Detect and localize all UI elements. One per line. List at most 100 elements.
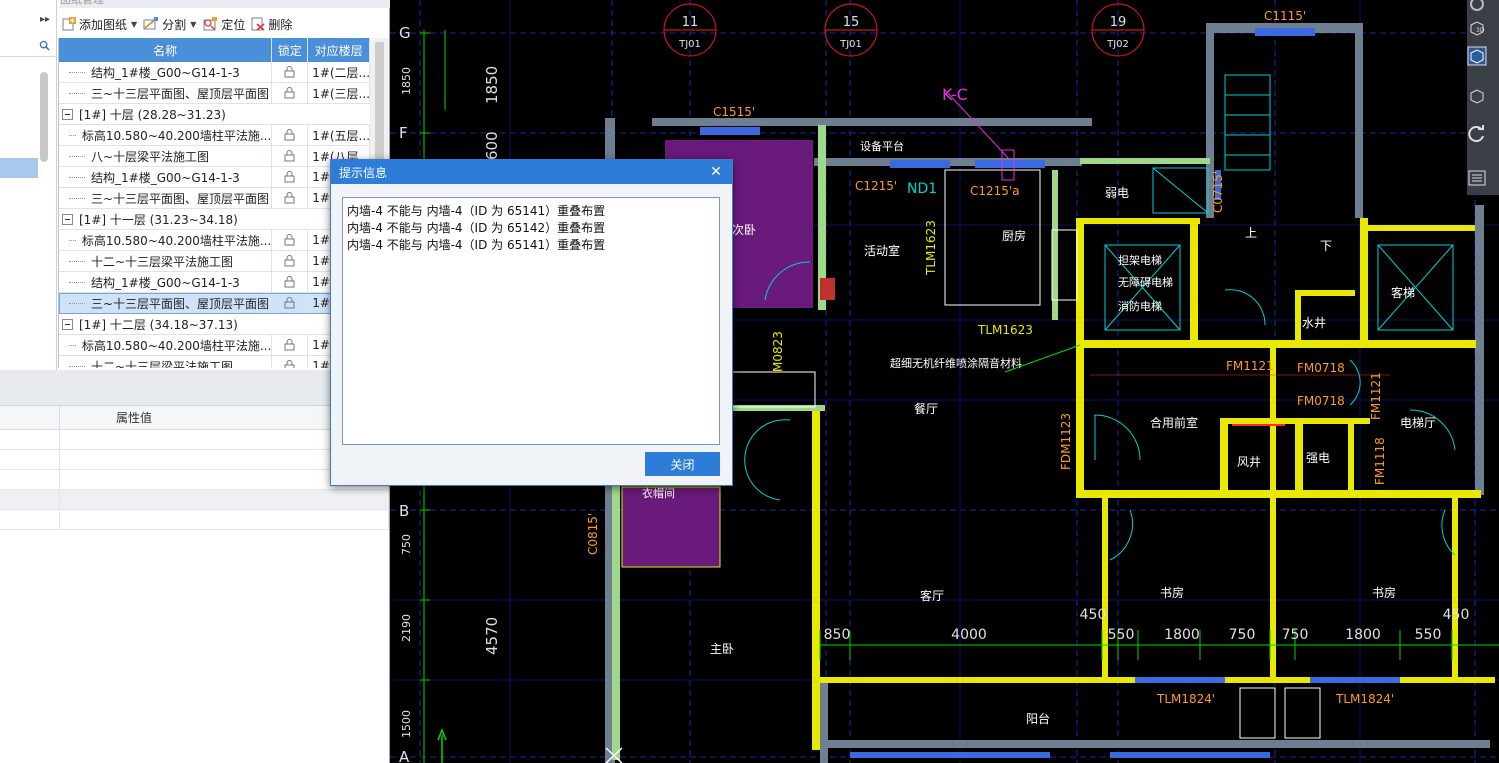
label-door: FDM1123 — [1059, 413, 1073, 470]
drawing-row[interactable]: 三~十三层平面图、屋顶层平面图 1#( — [59, 293, 370, 314]
door-swings — [744, 261, 1456, 561]
lock-icon[interactable] — [284, 66, 295, 78]
drawing-row[interactable]: 十二~十三层梁平法施工图 1#( — [59, 356, 370, 368]
header-name[interactable]: 名称 — [59, 38, 273, 62]
property-row[interactable] — [0, 510, 389, 530]
lock-icon[interactable] — [284, 297, 295, 309]
split-icon — [143, 17, 159, 30]
vertical-dimension: 600 — [483, 131, 501, 160]
lock-icon[interactable] — [284, 171, 295, 183]
collapse-icon[interactable] — [62, 108, 73, 120]
row-name-text: 三~十三层平面图、屋顶层平面图 — [91, 86, 270, 101]
rotate-icon[interactable] — [1467, 124, 1487, 144]
drawing-row[interactable]: 三~十三层平面图、屋顶层平面图 1#(三层... — [59, 83, 370, 104]
ucs-icon — [437, 727, 623, 763]
drawing-row[interactable]: 标高10.580~40.200墙柱平法施... 1#(五层... — [59, 125, 370, 146]
axis-bubble-label: 11 — [682, 15, 699, 30]
dialog-titlebar[interactable]: 提示信息 ✕ — [331, 160, 732, 184]
horizontal-dimension: 450 — [1080, 607, 1107, 623]
row-name-cell: 三~十三层平面图、屋顶层平面图 — [59, 293, 273, 313]
row-name-cell: [1#] 十一层 (31.23~34.18) — [59, 209, 370, 229]
label-kc: K-C — [942, 85, 968, 104]
label-door: TLM1623 — [977, 323, 1033, 337]
lock-icon[interactable] — [284, 255, 295, 267]
lock-icon[interactable] — [284, 192, 295, 204]
locate-button[interactable]: 定位 — [202, 16, 245, 33]
axis-bubble-label: 19 — [1110, 15, 1127, 30]
row-name-text: 结构_1#楼_G00~G14-1-3 — [91, 170, 240, 185]
lock-cell[interactable] — [272, 125, 309, 145]
lock-cell[interactable] — [272, 272, 309, 292]
lock-cell[interactable] — [272, 251, 309, 271]
lock-cell[interactable] — [272, 188, 309, 208]
close-button[interactable]: 关闭 — [645, 452, 720, 476]
nav-scrollbar[interactable] — [40, 72, 48, 162]
row-name-text: 结构_1#楼_G00~G14-1-3 — [91, 275, 240, 290]
row-name-text: 结构_1#楼_G00~G14-1-3 — [91, 65, 240, 80]
lock-icon[interactable] — [284, 234, 295, 246]
expand-arrow-icon[interactable]: ▸▸ — [40, 14, 50, 25]
drawing-row[interactable]: 结构_1#楼_G00~G14-1-3 1#( — [59, 272, 370, 293]
label-activity-room: 活动室 — [864, 243, 900, 258]
floor-group-row[interactable]: [1#] 十一层 (31.23~34.18) — [59, 209, 370, 230]
label-nd1: ND1 — [907, 181, 937, 197]
top-view-icon[interactable] — [1467, 46, 1487, 66]
floor-group-row[interactable]: [1#] 十二层 (34.18~37.13) — [59, 314, 370, 335]
lock-cell[interactable] — [272, 146, 309, 166]
lock-cell[interactable] — [272, 230, 309, 250]
lock-icon[interactable] — [284, 150, 295, 162]
drawing-row[interactable]: 结构_1#楼_G00~G14-1-3 1#( — [59, 167, 370, 188]
drawing-row[interactable]: 标高10.580~40.200墙柱平法施... 1#( — [59, 230, 370, 251]
row-floor-cell[interactable]: 1#(三层... — [308, 83, 370, 103]
lock-icon[interactable] — [284, 87, 295, 99]
grid-settings-icon[interactable] — [1467, 168, 1487, 188]
delete-label: 删除 — [268, 17, 293, 32]
selected-floor-item[interactable] — [0, 158, 38, 178]
lock-cell[interactable] — [272, 62, 309, 82]
add-drawing-button[interactable]: 添加图纸 ▼ — [62, 16, 137, 33]
lock-icon[interactable] — [284, 129, 295, 141]
row-axis-label: F — [399, 124, 408, 142]
lock-cell[interactable] — [272, 293, 309, 313]
lock-icon[interactable] — [284, 339, 295, 351]
delete-button[interactable]: 删除 — [251, 16, 292, 33]
lock-cell[interactable] — [272, 167, 309, 187]
side-view-icon[interactable] — [1467, 86, 1487, 106]
drawing-row[interactable]: 三~十三层平面图、屋顶层平面图 1#( — [59, 188, 370, 209]
lock-icon[interactable] — [284, 276, 295, 288]
dropdown-caret-icon[interactable]: ▼ — [131, 20, 137, 29]
label-up: 上 — [1245, 226, 1257, 240]
lock-cell[interactable] — [272, 335, 309, 355]
horizontal-dimension: 450 — [1443, 607, 1470, 623]
drawing-row[interactable]: 标高10.580~40.200墙柱平法施... 1#( — [59, 335, 370, 356]
property-row[interactable] — [0, 490, 389, 510]
label-window: C1215'a — [970, 184, 1020, 198]
lock-icon[interactable] — [284, 360, 295, 368]
row-name-text: [1#] 十层 (28.28~31.23) — [79, 107, 226, 122]
dialog-message-box[interactable]: 内墙-4 不能与 内墙-4（ID 为 65141）重叠布置 内墙-4 不能与 内… — [342, 197, 720, 445]
header-lock[interactable]: 锁定 — [272, 38, 309, 62]
3d-view-icon[interactable]: 3D — [1467, 18, 1487, 38]
lock-cell[interactable] — [272, 356, 309, 368]
split-button[interactable]: 分割 ▼ — [143, 16, 196, 33]
collapse-icon[interactable] — [62, 213, 73, 225]
lock-cell[interactable] — [272, 83, 309, 103]
tree-connector — [69, 197, 85, 199]
view-cube-icon[interactable] — [1467, 0, 1487, 14]
drawing-row[interactable]: 八~十层梁平法施工图 1#(八层 — [59, 146, 370, 167]
drawing-row[interactable]: 结构_1#楼_G00~G14-1-3 1#(二层... — [59, 62, 370, 83]
collapse-icon[interactable] — [62, 318, 73, 330]
header-floor[interactable]: 对应楼层 — [308, 38, 370, 62]
search-icon[interactable] — [39, 40, 50, 51]
label-door: TLM1824' — [1156, 692, 1215, 706]
row-floor-cell[interactable]: 1#(五层... — [308, 125, 370, 145]
dropdown-caret-icon[interactable]: ▼ — [190, 20, 196, 29]
row-floor-cell[interactable]: 1#(二层... — [308, 62, 370, 82]
row-name-text: 标高10.580~40.200墙柱平法施... — [81, 338, 272, 353]
drawing-row[interactable]: 十二~十三层梁平法施工图 1#( — [59, 251, 370, 272]
floor-group-row[interactable]: [1#] 十层 (28.28~31.23) — [59, 104, 370, 125]
tree-connector — [69, 260, 85, 262]
close-icon[interactable]: ✕ — [708, 164, 724, 180]
row-name-text: [1#] 十一层 (31.23~34.18) — [79, 212, 238, 227]
floor-search-input[interactable] — [0, 37, 56, 57]
